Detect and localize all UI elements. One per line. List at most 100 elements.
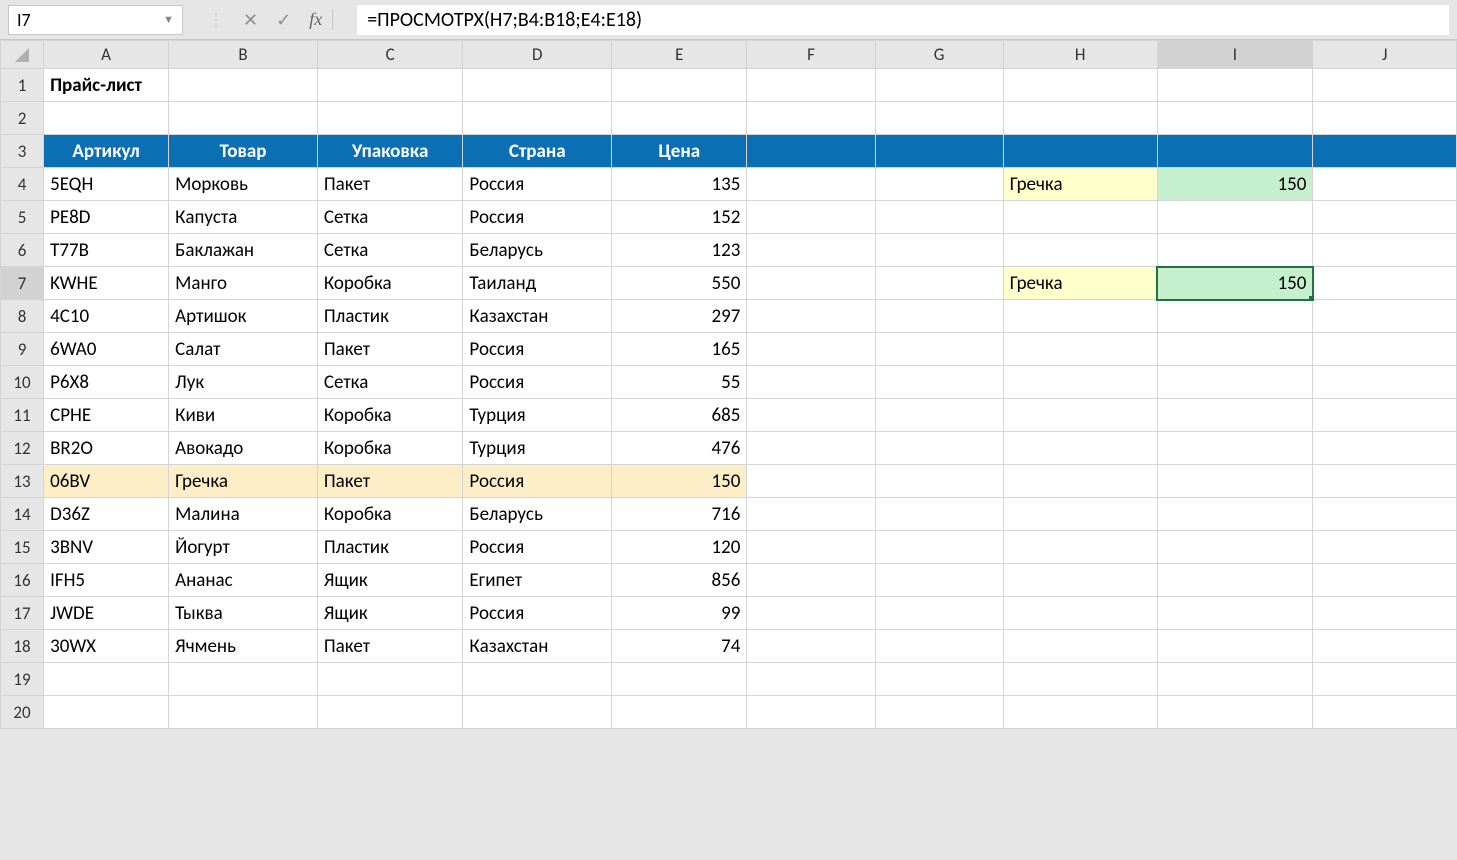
row-header-2[interactable]: 2 [1,102,44,135]
cell-J16[interactable] [1313,564,1457,597]
column-header-F[interactable]: F [747,41,875,69]
cell-G13[interactable] [875,465,1003,498]
cell-I12[interactable] [1157,432,1313,465]
cell-J19[interactable] [1313,663,1457,696]
cell-J5[interactable] [1313,201,1457,234]
table-cell[interactable]: 685 [612,399,747,432]
row-header-4[interactable]: 4 [1,168,44,201]
table-cell[interactable]: KWHE [44,267,169,300]
cell-I1[interactable] [1157,69,1313,102]
table-cell[interactable]: PE8D [44,201,169,234]
spreadsheet-grid[interactable]: ABCDEFGHIJ1Прайс-лист23АртикулТоварУпако… [0,40,1457,729]
cell-G8[interactable] [875,300,1003,333]
cell-G12[interactable] [875,432,1003,465]
table-cell[interactable]: Киви [169,399,318,432]
cell-H10[interactable] [1003,366,1157,399]
table-cell[interactable]: 55 [612,366,747,399]
table-cell[interactable]: Гречка [169,465,318,498]
cell-G7[interactable] [875,267,1003,300]
cell-I11[interactable] [1157,399,1313,432]
name-box-dropdown-icon[interactable]: ▼ [163,13,174,26]
cell-J9[interactable] [1313,333,1457,366]
lookup-result[interactable]: 150 [1157,267,1313,300]
cell-F14[interactable] [747,498,875,531]
cell-G16[interactable] [875,564,1003,597]
table-cell[interactable]: 135 [612,168,747,201]
cell-B19[interactable] [169,663,318,696]
table-cell[interactable]: Россия [463,597,612,630]
table-cell[interactable]: 152 [612,201,747,234]
table-cell[interactable]: Пакет [317,465,463,498]
cell-H5[interactable] [1003,201,1157,234]
cell-F1[interactable] [747,69,875,102]
cell-G9[interactable] [875,333,1003,366]
table-cell[interactable]: 476 [612,432,747,465]
cell-F17[interactable] [747,597,875,630]
table-cell[interactable]: 550 [612,267,747,300]
row-header-5[interactable]: 5 [1,201,44,234]
cell-J13[interactable] [1313,465,1457,498]
cell-J14[interactable] [1313,498,1457,531]
table-cell[interactable]: Казахстан [463,630,612,663]
column-header-B[interactable]: B [169,41,318,69]
cell-J10[interactable] [1313,366,1457,399]
cell-E20[interactable] [612,696,747,729]
column-header-I[interactable]: I [1157,41,1313,69]
table-cell[interactable]: 150 [612,465,747,498]
table-cell[interactable]: Ящик [317,564,463,597]
cell-I3[interactable] [1157,135,1313,168]
cell-F15[interactable] [747,531,875,564]
cell-D1[interactable] [463,69,612,102]
cell-I20[interactable] [1157,696,1313,729]
row-header-1[interactable]: 1 [1,69,44,102]
cell-E2[interactable] [612,102,747,135]
cell-A19[interactable] [44,663,169,696]
table-cell[interactable]: Пакет [317,630,463,663]
table-cell[interactable]: Авокадо [169,432,318,465]
cell-J2[interactable] [1313,102,1457,135]
cell-H11[interactable] [1003,399,1157,432]
cell-J12[interactable] [1313,432,1457,465]
cell-J15[interactable] [1313,531,1457,564]
cell-G15[interactable] [875,531,1003,564]
cell-I5[interactable] [1157,201,1313,234]
cell-G18[interactable] [875,630,1003,663]
cell-C2[interactable] [317,102,463,135]
cell-H12[interactable] [1003,432,1157,465]
table-cell[interactable]: Коробка [317,498,463,531]
cell-I13[interactable] [1157,465,1313,498]
cell-I18[interactable] [1157,630,1313,663]
table-cell[interactable]: Россия [463,333,612,366]
column-header-D[interactable]: D [463,41,612,69]
table-cell[interactable]: Тыква [169,597,318,630]
cell-H3[interactable] [1003,135,1157,168]
cell-I16[interactable] [1157,564,1313,597]
cell-H19[interactable] [1003,663,1157,696]
cell-H13[interactable] [1003,465,1157,498]
column-header-J[interactable]: J [1313,41,1457,69]
cell-J4[interactable] [1313,168,1457,201]
cell-J7[interactable] [1313,267,1457,300]
row-header-16[interactable]: 16 [1,564,44,597]
table-cell[interactable]: 3BNV [44,531,169,564]
table-cell[interactable]: D36Z [44,498,169,531]
cell-I10[interactable] [1157,366,1313,399]
cell-J1[interactable] [1313,69,1457,102]
cell-G19[interactable] [875,663,1003,696]
cell-D2[interactable] [463,102,612,135]
table-cell[interactable]: Сетка [317,234,463,267]
cell-F2[interactable] [747,102,875,135]
cell-B20[interactable] [169,696,318,729]
row-header-13[interactable]: 13 [1,465,44,498]
cell-I9[interactable] [1157,333,1313,366]
enter-icon[interactable]: ✓ [276,9,291,31]
table-cell[interactable]: Беларусь [463,234,612,267]
cell-H14[interactable] [1003,498,1157,531]
table-cell[interactable]: Беларусь [463,498,612,531]
cell-G1[interactable] [875,69,1003,102]
cell-G11[interactable] [875,399,1003,432]
cell-F6[interactable] [747,234,875,267]
cell-H9[interactable] [1003,333,1157,366]
row-header-6[interactable]: 6 [1,234,44,267]
cell-E1[interactable] [612,69,747,102]
